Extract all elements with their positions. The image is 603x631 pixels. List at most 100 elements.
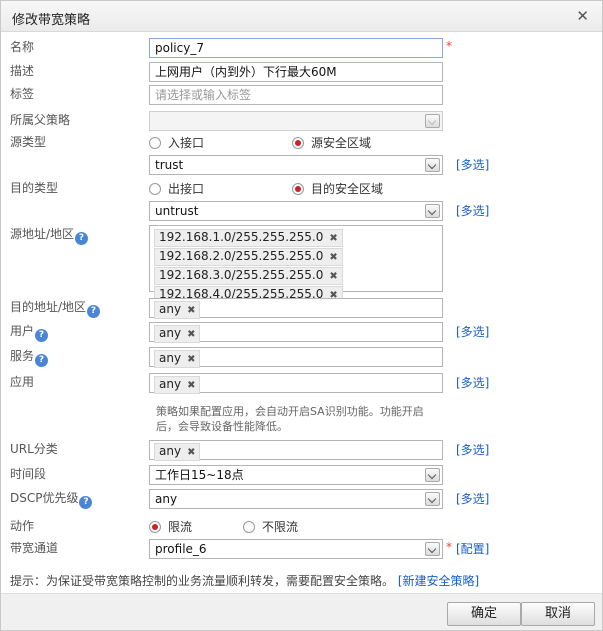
bandwidth-channel-select[interactable]: profile_6 xyxy=(149,539,443,559)
radio-label: 不限流 xyxy=(262,520,299,534)
radio-ingress-interface[interactable]: 入接口 xyxy=(149,134,204,151)
bandwidth-channel-label: 带宽通道 xyxy=(10,541,59,555)
tag-text: any xyxy=(159,351,182,365)
radio-circle-icon[interactable] xyxy=(243,521,255,533)
url-category-input[interactable]: any ✖ xyxy=(149,440,443,461)
help-icon[interactable]: ? xyxy=(35,329,49,342)
tag-text: any xyxy=(159,377,182,391)
chevron-down-icon[interactable] xyxy=(425,204,440,218)
tag-text: 192.168.2.0/255.255.255.0 xyxy=(159,249,324,263)
dest-type-label: 目的类型 xyxy=(10,181,59,195)
radio-label: 目的安全区域 xyxy=(311,182,384,196)
required-mark: * xyxy=(446,39,452,53)
radio-circle-icon[interactable] xyxy=(149,183,161,195)
user-label-text: 用户 xyxy=(10,324,35,338)
dialog-footer: 确定 取消 xyxy=(1,593,602,630)
url-category-tag: any ✖ xyxy=(154,443,201,461)
url-category-label: URL分类 xyxy=(10,442,58,456)
parent-policy-select[interactable] xyxy=(149,111,443,131)
dest-zone-multi-select-link[interactable]: [多选] xyxy=(456,202,489,219)
radio-source-zone[interactable]: 源安全区域 xyxy=(292,134,371,151)
source-address-input[interactable]: 192.168.1.0/255.255.255.0 ✖ 192.168.2.0/2… xyxy=(149,225,443,304)
chevron-down-icon[interactable] xyxy=(425,492,440,506)
dest-address-tag: any ✖ xyxy=(154,301,201,319)
dest-address-label-text: 目的地址/地区 xyxy=(10,300,87,314)
radio-dest-zone[interactable]: 目的安全区域 xyxy=(292,180,383,197)
remove-tag-icon[interactable]: ✖ xyxy=(187,447,195,458)
remove-tag-icon[interactable]: ✖ xyxy=(187,329,195,340)
radio-egress-interface[interactable]: 出接口 xyxy=(149,180,204,197)
radio-checked-icon[interactable] xyxy=(292,183,304,195)
dscp-multi-select-link[interactable]: [多选] xyxy=(456,490,489,507)
radio-checked-icon[interactable] xyxy=(292,137,304,149)
url-category-multi-select-link[interactable]: [多选] xyxy=(456,441,489,458)
remove-tag-icon[interactable]: ✖ xyxy=(187,305,195,316)
source-address-tag: 192.168.2.0/255.255.255.0 ✖ xyxy=(154,248,343,266)
name-input[interactable]: policy_7 xyxy=(149,38,443,58)
new-security-policy-link[interactable]: [新建安全策略] xyxy=(398,574,479,588)
user-multi-select-link[interactable]: [多选] xyxy=(456,323,489,340)
tag-label: 标签 xyxy=(10,87,35,101)
remove-tag-icon[interactable]: ✖ xyxy=(329,252,337,263)
dscp-select[interactable]: any xyxy=(149,489,443,509)
close-icon[interactable]: ✕ xyxy=(576,7,589,25)
parent-policy-label: 所属父策略 xyxy=(10,113,71,127)
help-icon[interactable]: ? xyxy=(79,496,93,509)
chevron-down-icon[interactable] xyxy=(425,114,440,128)
service-input[interactable]: any ✖ xyxy=(149,347,443,368)
application-multi-select-link[interactable]: [多选] xyxy=(456,374,489,391)
description-label: 描述 xyxy=(10,64,35,78)
bandwidth-channel-value: profile_6 xyxy=(155,542,207,556)
required-mark: * xyxy=(446,540,452,554)
bandwidth-channel-config-link[interactable]: [配置] xyxy=(456,540,489,557)
user-tag: any ✖ xyxy=(154,325,201,343)
radio-checked-icon[interactable] xyxy=(149,521,161,533)
service-tag: any ✖ xyxy=(154,350,201,368)
time-range-select[interactable]: 工作日15~18点 xyxy=(149,465,443,485)
dialog-title: 修改带宽策略 xyxy=(12,13,91,28)
radio-label: 限流 xyxy=(168,520,193,534)
remove-tag-icon[interactable]: ✖ xyxy=(329,233,337,244)
description-input[interactable]: 上网用户（内到外）下行最大60M xyxy=(149,62,443,82)
radio-circle-icon[interactable] xyxy=(149,137,161,149)
chevron-down-icon[interactable] xyxy=(425,158,440,172)
chevron-down-icon[interactable] xyxy=(425,542,440,556)
time-range-label: 时间段 xyxy=(10,467,47,481)
dscp-label-text: DSCP优先级 xyxy=(10,491,79,505)
user-input[interactable]: any ✖ xyxy=(149,322,443,343)
application-label: 应用 xyxy=(10,375,35,389)
source-zone-select[interactable]: trust xyxy=(149,155,443,175)
service-label: 服务? xyxy=(10,347,49,367)
ok-button[interactable]: 确定 xyxy=(447,602,521,626)
dest-address-input[interactable]: any ✖ xyxy=(149,298,443,319)
hint-text: 提示：为保证受带宽策略控制的业务流量顺利转发，需要配置安全策略。 [新建安全策略… xyxy=(10,572,479,589)
application-input[interactable]: any ✖ xyxy=(149,373,443,394)
remove-tag-icon[interactable]: ✖ xyxy=(187,354,195,365)
tag-text: any xyxy=(159,302,182,316)
radio-label: 入接口 xyxy=(168,136,205,150)
radio-label: 出接口 xyxy=(168,182,205,196)
edit-bandwidth-policy-dialog: 修改带宽策略 ✕ 名称 policy_7 * 描述 上网用户（内到外）下行最大6… xyxy=(0,0,603,631)
cancel-button[interactable]: 取消 xyxy=(521,602,595,626)
dest-zone-select[interactable]: untrust xyxy=(149,201,443,221)
help-icon[interactable]: ? xyxy=(87,305,101,318)
source-type-label: 源类型 xyxy=(10,135,47,149)
chevron-down-icon[interactable] xyxy=(425,468,440,482)
help-icon[interactable]: ? xyxy=(75,232,89,245)
radio-rate-limit[interactable]: 限流 xyxy=(149,518,192,535)
tag-text: 192.168.1.0/255.255.255.0 xyxy=(159,230,324,244)
remove-tag-icon[interactable]: ✖ xyxy=(187,380,195,391)
tag-input[interactable]: 请选择或输入标签 xyxy=(149,85,443,105)
source-address-tag: 192.168.3.0/255.255.255.0 ✖ xyxy=(154,267,343,285)
source-zone-multi-select-link[interactable]: [多选] xyxy=(456,156,489,173)
service-label-text: 服务 xyxy=(10,349,35,363)
source-address-label-text: 源地址/地区 xyxy=(10,227,75,241)
dscp-label: DSCP优先级? xyxy=(10,489,93,509)
help-icon[interactable]: ? xyxy=(35,354,49,367)
user-label: 用户? xyxy=(10,322,49,342)
action-label: 动作 xyxy=(10,519,35,533)
dest-address-label: 目的地址/地区? xyxy=(10,298,101,318)
radio-no-rate-limit[interactable]: 不限流 xyxy=(243,518,298,535)
dialog-titlebar: 修改带宽策略 ✕ xyxy=(1,1,602,32)
remove-tag-icon[interactable]: ✖ xyxy=(329,271,337,282)
